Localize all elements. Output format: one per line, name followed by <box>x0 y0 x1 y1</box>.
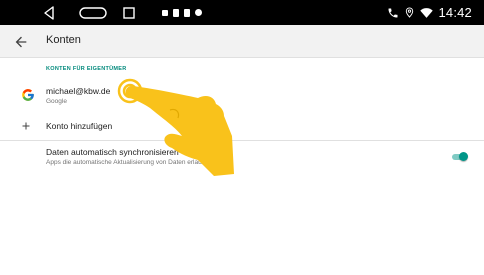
location-icon <box>406 7 414 18</box>
section-header: KONTEN FÜR EIGENTÜMER <box>46 66 127 72</box>
account-provider: Google <box>46 98 67 105</box>
nav-back-button[interactable] <box>41 4 57 21</box>
nav-home-button[interactable] <box>78 4 108 21</box>
notification-icon <box>162 9 168 16</box>
account-email: michael@kbw.de <box>46 86 111 96</box>
toggle-thumb <box>459 152 468 161</box>
add-account-label: Konto hinzufügen <box>46 121 113 131</box>
auto-sync-title: Daten automatisch synchronisieren <box>46 147 179 157</box>
status-bar: 14:42 <box>0 0 484 25</box>
google-icon <box>22 89 34 101</box>
page-title: Konten <box>46 34 81 46</box>
auto-sync-toggle[interactable] <box>451 151 468 163</box>
app-bar: Konten <box>0 25 484 58</box>
plus-icon <box>22 122 30 130</box>
add-account-item[interactable]: Konto hinzufügen <box>0 116 484 138</box>
back-arrow-icon[interactable] <box>13 34 29 50</box>
back-triangle-icon <box>44 5 54 20</box>
phone-icon <box>388 8 398 17</box>
notification-icon <box>184 8 190 17</box>
clock: 14:42 <box>438 5 472 20</box>
auto-sync-subtitle: Apps die automatische Aktualisierung von… <box>46 159 213 166</box>
auto-sync-item[interactable]: Daten automatisch synchronisieren Apps d… <box>0 142 484 172</box>
recents-square-icon <box>123 6 135 19</box>
divider <box>0 140 484 141</box>
notification-icons <box>162 7 202 18</box>
home-pill-icon <box>79 6 107 19</box>
notification-icon <box>173 8 179 17</box>
account-item[interactable]: michael@kbw.de Google <box>0 80 484 110</box>
status-indicators: 14:42 <box>387 3 472 22</box>
notification-icon <box>195 9 202 16</box>
nav-recents-button[interactable] <box>121 4 137 21</box>
wifi-icon <box>420 7 434 18</box>
